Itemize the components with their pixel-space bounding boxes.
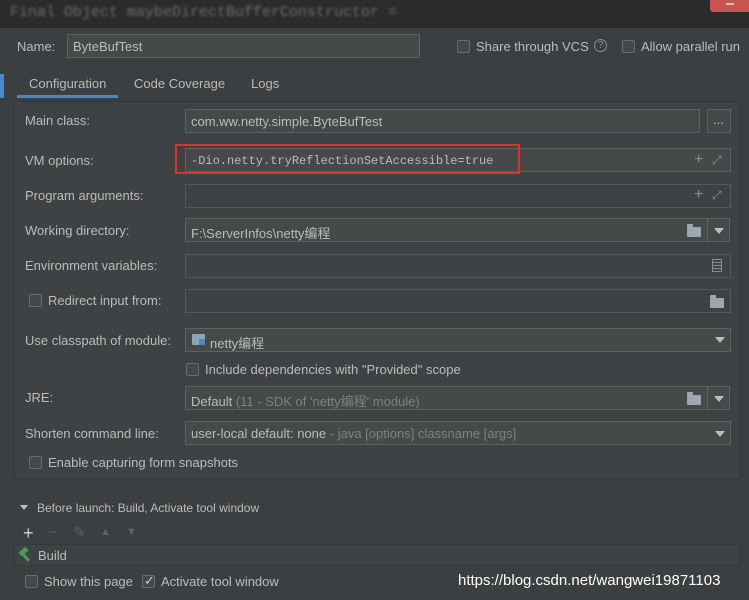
before-launch-collapse-triangle-icon[interactable] — [20, 505, 28, 510]
jre-folder-icon[interactable] — [687, 392, 701, 405]
classpath-chevron-down-icon — [715, 337, 725, 343]
jre-label: JRE: — [25, 390, 54, 405]
redirect-input-checkbox[interactable] — [29, 294, 42, 307]
share-vcs-label: Share through VCS — [476, 39, 589, 54]
config-list-selection-edge — [0, 74, 4, 98]
redirect-input-folder-icon[interactable] — [710, 295, 724, 308]
shorten-chevron-down-icon — [715, 431, 725, 437]
env-vars-label: Environment variables: — [25, 258, 158, 273]
before-launch-header[interactable]: Before launch: Build, Activate tool wind… — [37, 501, 259, 515]
editor-background: Final Object maybeDirectBufferConstructo… — [0, 0, 749, 28]
tab-configuration[interactable]: Configuration — [17, 72, 119, 98]
program-args-input[interactable] — [185, 184, 731, 208]
redirect-input-label: Redirect input from: — [48, 293, 162, 308]
watermark-text: https://blog.csdn.net/wangwei19871103 — [458, 572, 721, 589]
move-down-icon[interactable]: ▼ — [126, 527, 137, 538]
vm-options-add-icon[interactable]: + — [694, 152, 703, 168]
classpath-label: Use classpath of module: — [25, 333, 171, 348]
activate-tool-checkbox[interactable] — [142, 573, 155, 589]
move-up-icon[interactable]: ▲ — [100, 527, 111, 538]
jre-value: Default — [191, 394, 233, 409]
classpath-module-select[interactable]: netty编程 — [185, 328, 731, 352]
show-page-label: Show this page — [44, 574, 133, 589]
tab-logs[interactable]: Logs — [251, 72, 279, 98]
close-window-button[interactable] — [710, 0, 749, 12]
shorten-command-select[interactable]: user-local default: none - java [options… — [185, 421, 731, 445]
before-launch-item-label: Build — [38, 548, 67, 563]
allow-parallel-label: Allow parallel run — [641, 39, 740, 54]
shorten-value: user-local default: none — [191, 426, 327, 441]
show-page-checkbox[interactable] — [25, 575, 38, 588]
edit-task-pencil-icon[interactable]: ✎ — [73, 525, 86, 540]
editor-code-line: Final Object maybeDirectBufferConstructo… — [10, 4, 398, 21]
jre-dropdown-button[interactable] — [708, 386, 730, 410]
program-args-expand-icon[interactable]: ⤢ — [712, 188, 722, 203]
env-vars-edit-icon[interactable] — [712, 259, 722, 272]
program-args-add-icon[interactable]: + — [694, 187, 703, 203]
program-args-label: Program arguments: — [25, 188, 144, 203]
working-dir-input[interactable]: F:\ServerInfos\netty编程 — [185, 218, 708, 242]
capture-snapshots-label: Enable capturing form snapshots — [48, 455, 239, 470]
main-class-label: Main class: — [25, 113, 91, 128]
jre-detail: (11 - SDK of 'netty编程' module) — [235, 394, 420, 409]
working-dir-dropdown-button[interactable] — [708, 218, 730, 242]
chevron-down-icon — [714, 228, 724, 234]
vm-options-label: VM options: — [25, 153, 94, 168]
main-class-browse-button[interactable]: ... — [707, 109, 731, 133]
main-class-input[interactable]: com.ww.netty.simple.ByteBufTest — [185, 109, 700, 133]
activate-tool-label: Activate tool window — [161, 574, 279, 589]
before-launch-list-item[interactable] — [14, 544, 741, 566]
hammer-icon — [18, 546, 32, 562]
working-dir-folder-icon[interactable] — [687, 224, 701, 237]
tab-code-coverage[interactable]: Code Coverage — [134, 72, 225, 98]
shorten-label: Shorten command line: — [25, 426, 159, 441]
help-icon[interactable]: ? — [594, 39, 607, 52]
redirect-input-path[interactable] — [185, 289, 731, 313]
name-label: Name: — [17, 39, 56, 54]
module-icon — [192, 334, 205, 345]
shorten-detail: - java [options] classname [args] — [326, 426, 517, 441]
env-vars-input[interactable] — [185, 254, 731, 278]
vm-options-expand-icon[interactable]: ⤢ — [712, 153, 722, 168]
classpath-module-value: netty编程 — [210, 336, 265, 351]
include-deps-checkbox[interactable] — [186, 363, 199, 376]
name-input[interactable]: ByteBufTest — [67, 34, 420, 58]
chevron-down-icon — [714, 396, 724, 402]
help-icon-glyph: ? — [597, 40, 604, 51]
highlight-annotation-box — [175, 144, 520, 174]
working-dir-label: Working directory: — [25, 223, 130, 238]
include-deps-label: Include dependencies with "Provided" sco… — [205, 362, 461, 377]
share-vcs-checkbox[interactable] — [457, 40, 470, 53]
capture-snapshots-checkbox[interactable] — [29, 456, 42, 469]
allow-parallel-checkbox[interactable] — [622, 40, 635, 53]
remove-task-button[interactable]: − — [48, 525, 57, 540]
add-task-button[interactable]: + — [23, 524, 34, 542]
jre-input[interactable]: Default (11 - SDK of 'netty编程' module) — [185, 386, 708, 410]
